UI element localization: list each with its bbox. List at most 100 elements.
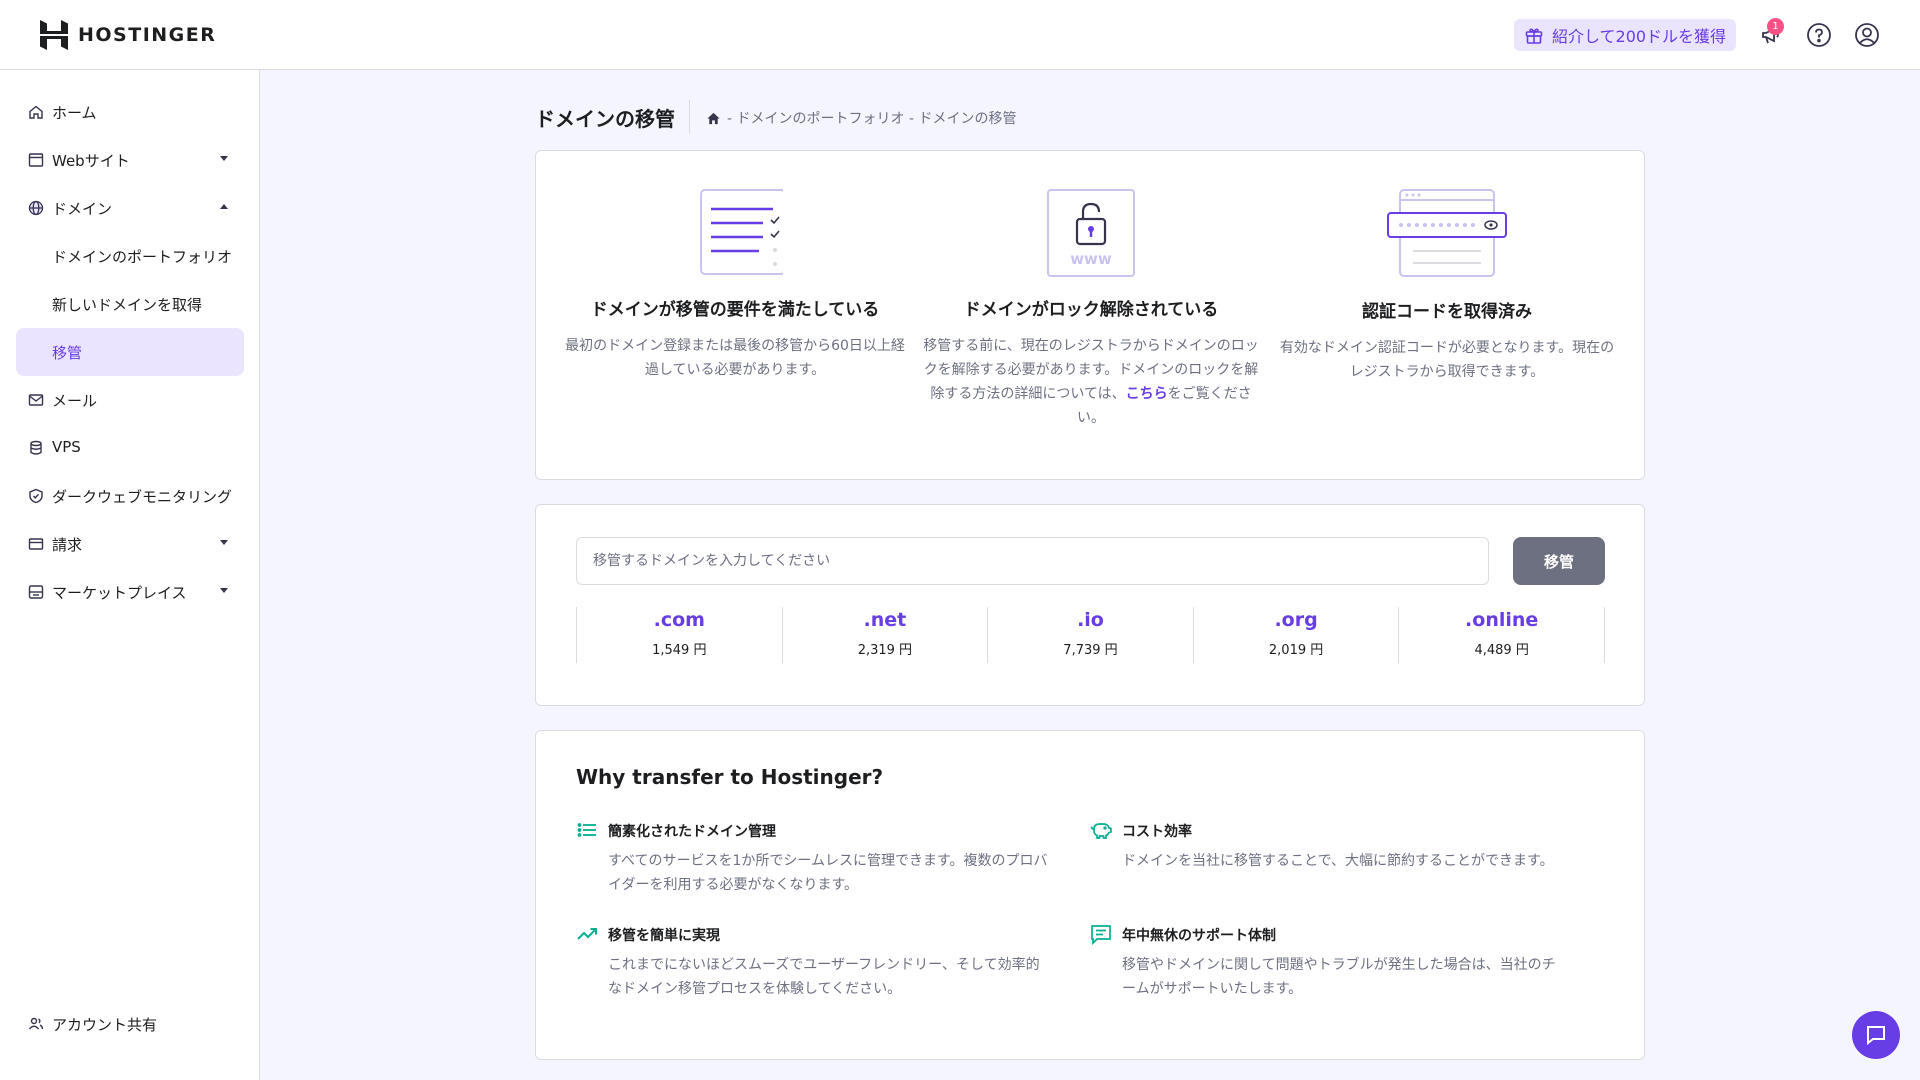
- benefit-description: ドメインを当社に移管することで、大幅に節約することができます。: [1122, 853, 1554, 869]
- sidebar-item-vps[interactable]: VPS: [16, 424, 244, 472]
- requirement-eligible: ドメインが移管の要件を満たしている 最初のドメイン登録または最後の移管から60日…: [565, 187, 905, 382]
- tld-name: .net: [863, 609, 907, 631]
- sidebar-subitem-transfer[interactable]: 移管: [16, 328, 244, 376]
- home-icon[interactable]: [706, 111, 721, 126]
- sidebar-subitem-label: 新しいドメインを取得: [52, 296, 203, 314]
- sidebar-item-email[interactable]: メール: [16, 376, 244, 424]
- requirement-title: ドメインが移管の要件を満たしている: [590, 300, 880, 320]
- requirement-description: 移管する前に、現在のレジストラからドメインのロックを解除する必要があります。ドメ…: [921, 334, 1261, 430]
- mail-icon: [28, 394, 44, 406]
- unlock-help-link[interactable]: こちら: [1126, 386, 1168, 402]
- transfer-card: 移管 .com 1,549 円 .net 2,319 円 .io 7,739 円…: [535, 504, 1645, 706]
- benefit-title: 移管を簡単に実現: [608, 928, 720, 944]
- auth-code-window-icon: [1387, 189, 1507, 277]
- account-icon: [1855, 23, 1879, 47]
- list-icon: [577, 823, 596, 837]
- chat-launcher-button[interactable]: [1852, 1011, 1900, 1059]
- browser-icon: [28, 153, 44, 167]
- requirement-description: 有効なドメイン認証コードが必要となります。現在のレジストラから取得できます。: [1279, 340, 1615, 380]
- chevron-up-icon: [220, 204, 228, 209]
- benefit-description: 移管やドメインに関して問題やトラブルが発生した場合は、当社のチームがサポートいた…: [1122, 957, 1556, 997]
- benefit-title: 年中無休のサポート体制: [1122, 928, 1276, 944]
- breadcrumb: - ドメインのポートフォリオ - ドメインの移管: [706, 108, 1016, 128]
- home-icon: [29, 105, 43, 119]
- tld-price: 2,319 円: [857, 643, 913, 658]
- transfer-button[interactable]: 移管: [1513, 537, 1605, 585]
- sidebar-item-domains[interactable]: ドメイン: [16, 184, 244, 232]
- store-icon: [28, 585, 44, 599]
- tld-price: 4,489 円: [1474, 643, 1529, 658]
- sidebar-item-label: ドメイン: [52, 200, 113, 218]
- card-icon: [28, 538, 44, 550]
- tld-name: .org: [1274, 609, 1318, 631]
- sidebar-subitem-get-new-domain[interactable]: 新しいドメインを取得: [16, 280, 244, 328]
- tld-price: 1,549 円: [652, 643, 707, 658]
- chat-bubble-icon: [1867, 1026, 1885, 1046]
- sidebar-item-label: Webサイト: [52, 152, 130, 170]
- sidebar-subitem-domain-portfolio[interactable]: ドメインのポートフォリオ: [16, 232, 244, 280]
- tld-item: .online 4,489 円: [1398, 607, 1605, 663]
- notification-badge: 1: [1767, 18, 1784, 35]
- tld-name: .online: [1465, 609, 1539, 631]
- svg-text:www: www: [1070, 250, 1112, 268]
- globe-icon: [28, 200, 44, 216]
- tld-item: .org 2,019 円: [1192, 607, 1399, 663]
- requirement-title: 認証コードを取得済み: [1362, 302, 1532, 322]
- chat-icon: [1091, 925, 1111, 945]
- tld-price: 2,019 円: [1268, 643, 1324, 658]
- sidebar: ホーム Webサイト ドメイン ドメインのポートフォリオ 新しいドメインを取得 …: [0, 70, 260, 1080]
- sidebar-item-label: ホーム: [52, 104, 97, 122]
- requirement-description: 最初のドメイン登録または最後の移管から60日以上経過している必要があります。: [565, 338, 905, 378]
- unlocked-padlock-icon: www: [1047, 189, 1135, 277]
- sidebar-subitem-label: 移管: [52, 344, 83, 362]
- benefit-description: すべてのサービスを1か所でシームレスに管理できます。複数のプロバイダーを利用する…: [608, 853, 1048, 893]
- why-transfer-title: Why transfer to Hostinger?: [576, 765, 884, 789]
- requirement-unlocked: www ドメインがロック解除されている 移管する前に、現在のレジストラからドメイ…: [921, 187, 1261, 430]
- tld-item: .net 2,319 円: [781, 607, 988, 663]
- users-icon: [28, 1017, 44, 1030]
- referral-button[interactable]: 紹介して200ドルを獲得: [1514, 19, 1736, 51]
- sidebar-item-dark-web-monitoring[interactable]: ダークウェブモニタリング: [16, 472, 244, 520]
- hostinger-logo[interactable]: HOSTINGER: [40, 20, 216, 50]
- tld-name: .com: [653, 609, 705, 631]
- help-icon: [1807, 23, 1831, 47]
- sidebar-item-home[interactable]: ホーム: [16, 88, 244, 136]
- tld-item: .io 7,739 円: [987, 607, 1193, 663]
- tld-price: 7,739 円: [1063, 643, 1118, 658]
- chevron-down-icon: [220, 588, 228, 593]
- sidebar-item-marketplace[interactable]: マーケットプレイス: [16, 568, 244, 616]
- tld-item: .com 1,549 円: [576, 607, 782, 663]
- sidebar-item-label: マーケットプレイス: [52, 584, 187, 602]
- benefit-description: これまでにないほどスムーズでユーザーフレンドリー、そして効率的なドメイン移管プロ…: [608, 957, 1040, 997]
- requirements-card: ドメインが移管の要件を満たしている 最初のドメイン登録または最後の移管から60日…: [535, 150, 1645, 480]
- sidebar-subitem-label: ドメインのポートフォリオ: [52, 248, 233, 266]
- sidebar-item-label: 請求: [52, 536, 83, 554]
- domain-transfer-input[interactable]: [576, 537, 1489, 585]
- piggy-bank-icon: [1090, 823, 1112, 839]
- chevron-down-icon: [220, 540, 228, 545]
- sidebar-item-label: ダークウェブモニタリング: [52, 488, 233, 506]
- sidebar-item-billing[interactable]: 請求: [16, 520, 244, 568]
- server-icon: [30, 440, 42, 455]
- tld-name: .io: [1077, 609, 1104, 631]
- top-header: HOSTINGER 紹介して200ドルを獲得 1: [0, 0, 1920, 70]
- shield-icon: [29, 488, 43, 504]
- sidebar-item-websites[interactable]: Webサイト: [16, 136, 244, 184]
- benefit-title: コスト効率: [1122, 824, 1192, 840]
- tld-price-list: .com 1,549 円 .net 2,319 円 .io 7,739 円 .o…: [576, 607, 1605, 663]
- help-button[interactable]: [1806, 22, 1832, 48]
- hostinger-logo-icon: [40, 20, 68, 50]
- sidebar-item-label: メール: [52, 392, 98, 410]
- sidebar-item-account-sharing[interactable]: アカウント共有: [16, 1000, 244, 1048]
- gift-icon: [1525, 28, 1543, 44]
- referral-label: 紹介して200ドルを獲得: [1552, 27, 1727, 46]
- title-divider: [689, 100, 690, 134]
- account-button[interactable]: [1854, 22, 1880, 48]
- document-checklist-icon: [700, 189, 783, 275]
- requirement-title: ドメインがロック解除されている: [963, 300, 1219, 320]
- sidebar-item-label: アカウント共有: [52, 1016, 158, 1034]
- trending-up-icon: [577, 928, 597, 940]
- chevron-down-icon: [220, 156, 228, 161]
- breadcrumb-path[interactable]: - ドメインのポートフォリオ - ドメインの移管: [727, 108, 1016, 128]
- requirement-auth-code: 認証コードを取得済み 有効なドメイン認証コードが必要となります。現在のレジストラ…: [1277, 187, 1617, 384]
